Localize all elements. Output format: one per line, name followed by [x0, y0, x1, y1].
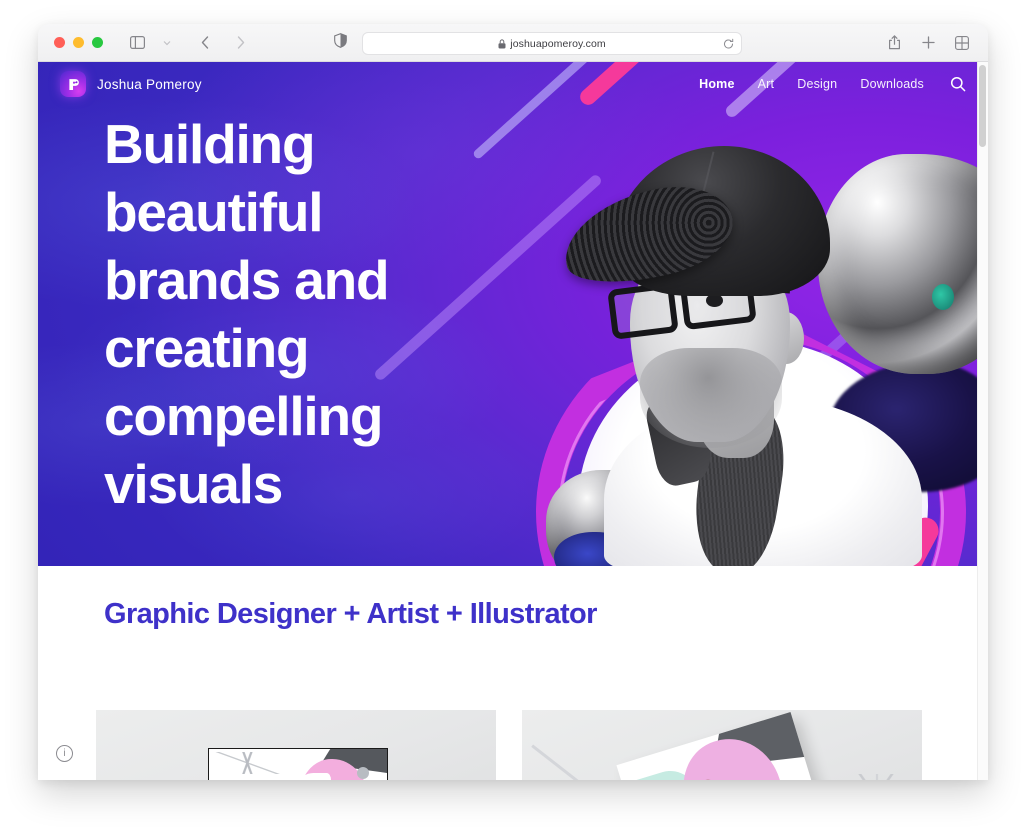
- lock-icon: [498, 38, 506, 49]
- close-window-button[interactable]: [54, 37, 65, 48]
- pomeroy-p-logo-icon: [60, 71, 86, 97]
- nav-item-art[interactable]: Art: [758, 77, 775, 91]
- reload-icon[interactable]: [723, 38, 734, 49]
- search-icon[interactable]: [950, 76, 966, 92]
- minimize-window-button[interactable]: [73, 37, 84, 48]
- page-scrollbar-track[interactable]: [977, 62, 988, 780]
- main-nav: Home Art Design Downloads: [699, 76, 966, 92]
- portfolio-card-book-mockup[interactable]: [522, 710, 922, 780]
- maximize-window-button[interactable]: [92, 37, 103, 48]
- portrait-figure: [554, 136, 938, 566]
- intro-section: Graphic Designer + Artist + Illustrator: [38, 566, 988, 631]
- nav-item-design[interactable]: Design: [797, 77, 837, 91]
- brand[interactable]: Joshua Pomeroy: [60, 71, 202, 97]
- site-header: Joshua Pomeroy Home Art Design Downloads: [38, 62, 988, 106]
- sidebar-icon[interactable]: [127, 33, 147, 53]
- hero-section: Joshua Pomeroy Home Art Design Downloads: [38, 62, 988, 566]
- accessibility-info-icon[interactable]: i: [56, 745, 73, 762]
- url-text: joshuapomeroy.com: [510, 37, 606, 50]
- poster-dot: [357, 767, 369, 779]
- page-scrollbar-thumb[interactable]: [979, 65, 986, 147]
- portfolio-cards: HEAR ME ROAR: [96, 710, 922, 780]
- chevron-down-icon[interactable]: [157, 33, 177, 53]
- forward-arrow-icon[interactable]: [231, 33, 251, 53]
- nav-item-home[interactable]: Home: [699, 77, 735, 91]
- plus-icon[interactable]: [918, 33, 938, 53]
- browser-window: joshuapomeroy.com Joshua Pomeroy Home Ar…: [38, 24, 988, 780]
- navigation-controls: [127, 33, 251, 53]
- intro-heading: Graphic Designer + Artist + Illustrator: [104, 598, 597, 630]
- poster-sketch-lines: [213, 752, 285, 774]
- portfolio-card-hear-me-roar[interactable]: HEAR ME ROAR: [96, 710, 496, 780]
- hero-headline: Building beautiful brands and creating c…: [104, 113, 390, 515]
- poster-white-swoosh: [287, 773, 331, 780]
- toolbar-right-actions: [884, 33, 972, 53]
- mockup-background-sketch: [842, 774, 912, 780]
- tab-overview-icon[interactable]: [952, 33, 972, 53]
- portrait-beard: [640, 348, 782, 448]
- page-viewport: Joshua Pomeroy Home Art Design Downloads: [38, 62, 988, 780]
- address-bar[interactable]: joshuapomeroy.com: [362, 32, 742, 55]
- share-icon[interactable]: [884, 33, 904, 53]
- hear-me-roar-poster: HEAR ME ROAR: [208, 748, 388, 780]
- brand-name: Joshua Pomeroy: [97, 76, 202, 92]
- mockup-pencil: [531, 744, 579, 780]
- back-arrow-icon[interactable]: [195, 33, 215, 53]
- poster-line-1: HEAR: [219, 779, 271, 780]
- window-controls: [54, 37, 103, 48]
- browser-toolbar: joshuapomeroy.com: [38, 24, 988, 62]
- privacy-shield-icon[interactable]: [334, 32, 347, 53]
- tilted-book-mockup: [616, 712, 826, 780]
- nav-item-downloads[interactable]: Downloads: [860, 77, 924, 91]
